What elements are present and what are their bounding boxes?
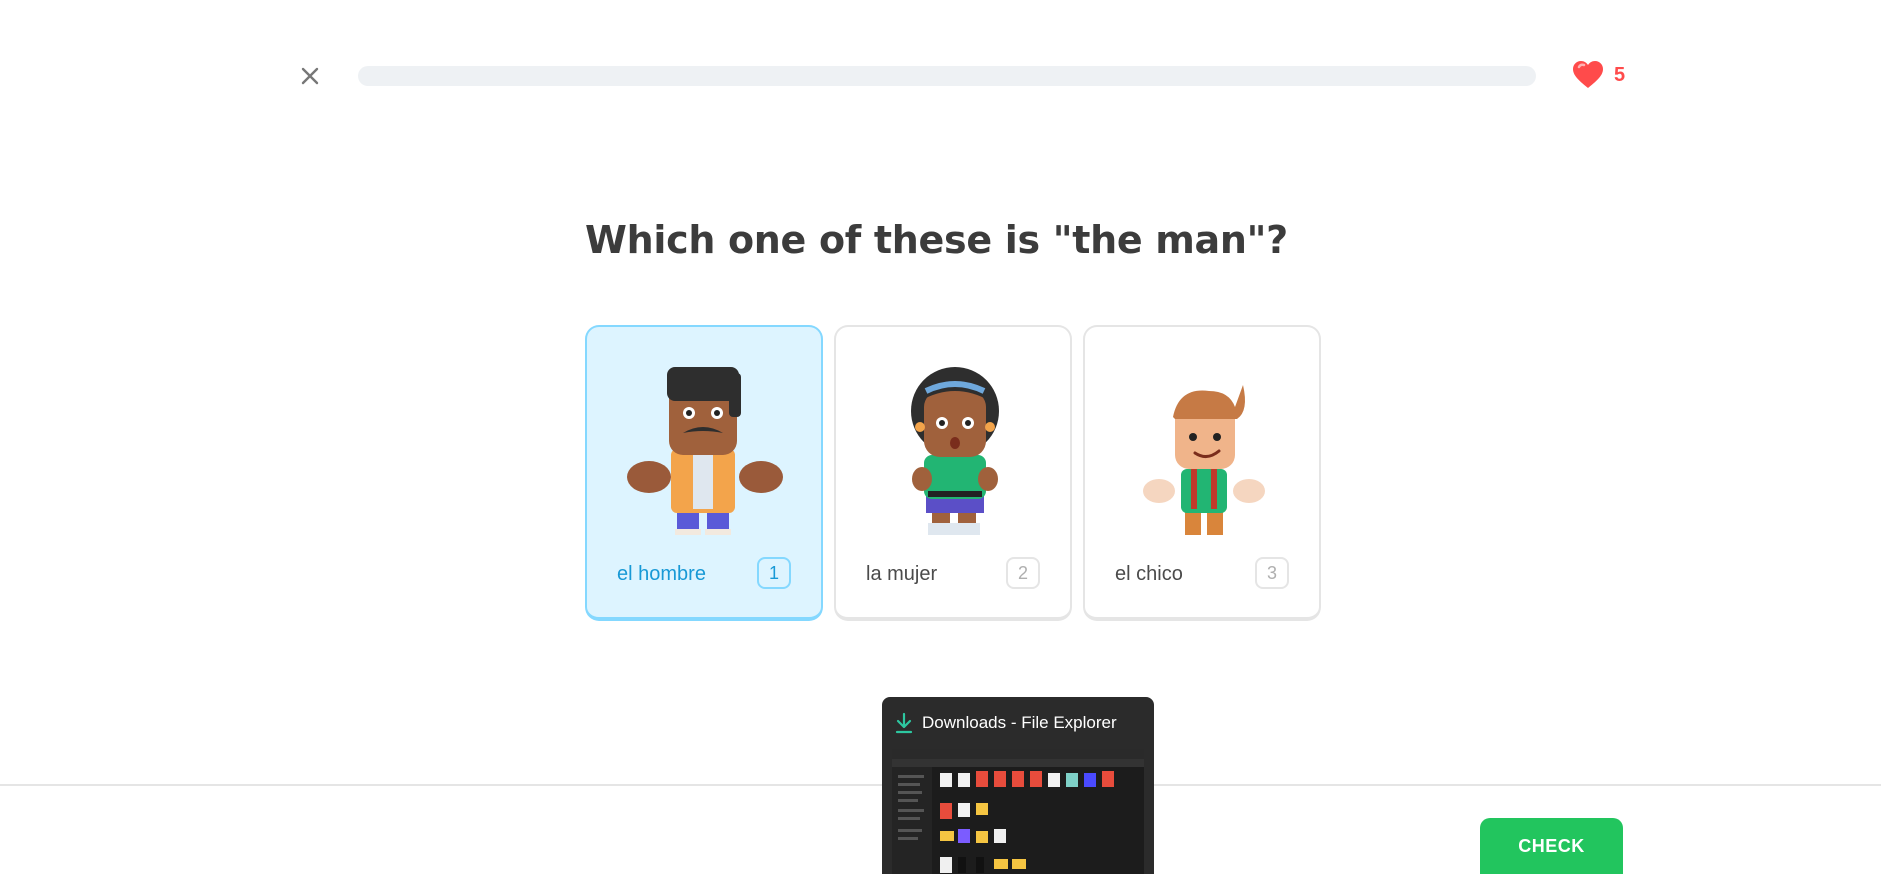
choice-card-el-hombre[interactable]: el hombre 1 [585, 325, 823, 621]
woman-figure-icon [911, 367, 999, 535]
heart-icon [1573, 61, 1603, 88]
question-title: Which one of these is "the man"? [585, 218, 1288, 262]
choice-label: el chico [1115, 563, 1183, 585]
boy-figure-icon [1143, 385, 1265, 535]
close-button[interactable] [296, 62, 324, 90]
file-explorer-thumbnail [892, 749, 1144, 874]
choice-key-badge: 2 [1006, 557, 1040, 589]
lesson-progress-bar [358, 66, 1536, 86]
choice-label: el hombre [617, 563, 706, 585]
download-icon [895, 712, 913, 734]
choice-list: el hombre 1 la mujer 2 el chico 3 [585, 325, 1321, 621]
choice-card-el-chico[interactable]: el chico 3 [1083, 325, 1321, 621]
choice-card-la-mujer[interactable]: la mujer 2 [834, 325, 1072, 621]
close-icon [301, 67, 319, 85]
choice-label: la mujer [866, 563, 938, 585]
taskbar-preview-popup[interactable]: Downloads - File Explorer [882, 697, 1154, 874]
taskbar-preview-title: Downloads - File Explorer [922, 713, 1117, 732]
check-button[interactable]: CHECK [1480, 818, 1623, 874]
choice-key-badge: 3 [1255, 557, 1289, 589]
choice-key-badge: 1 [757, 557, 791, 589]
hearts-count: 5 [1614, 63, 1626, 86]
thumbnail-graphic [892, 749, 1144, 874]
man-figure-icon [627, 367, 783, 535]
hearts-counter: 5 [1572, 60, 1625, 90]
